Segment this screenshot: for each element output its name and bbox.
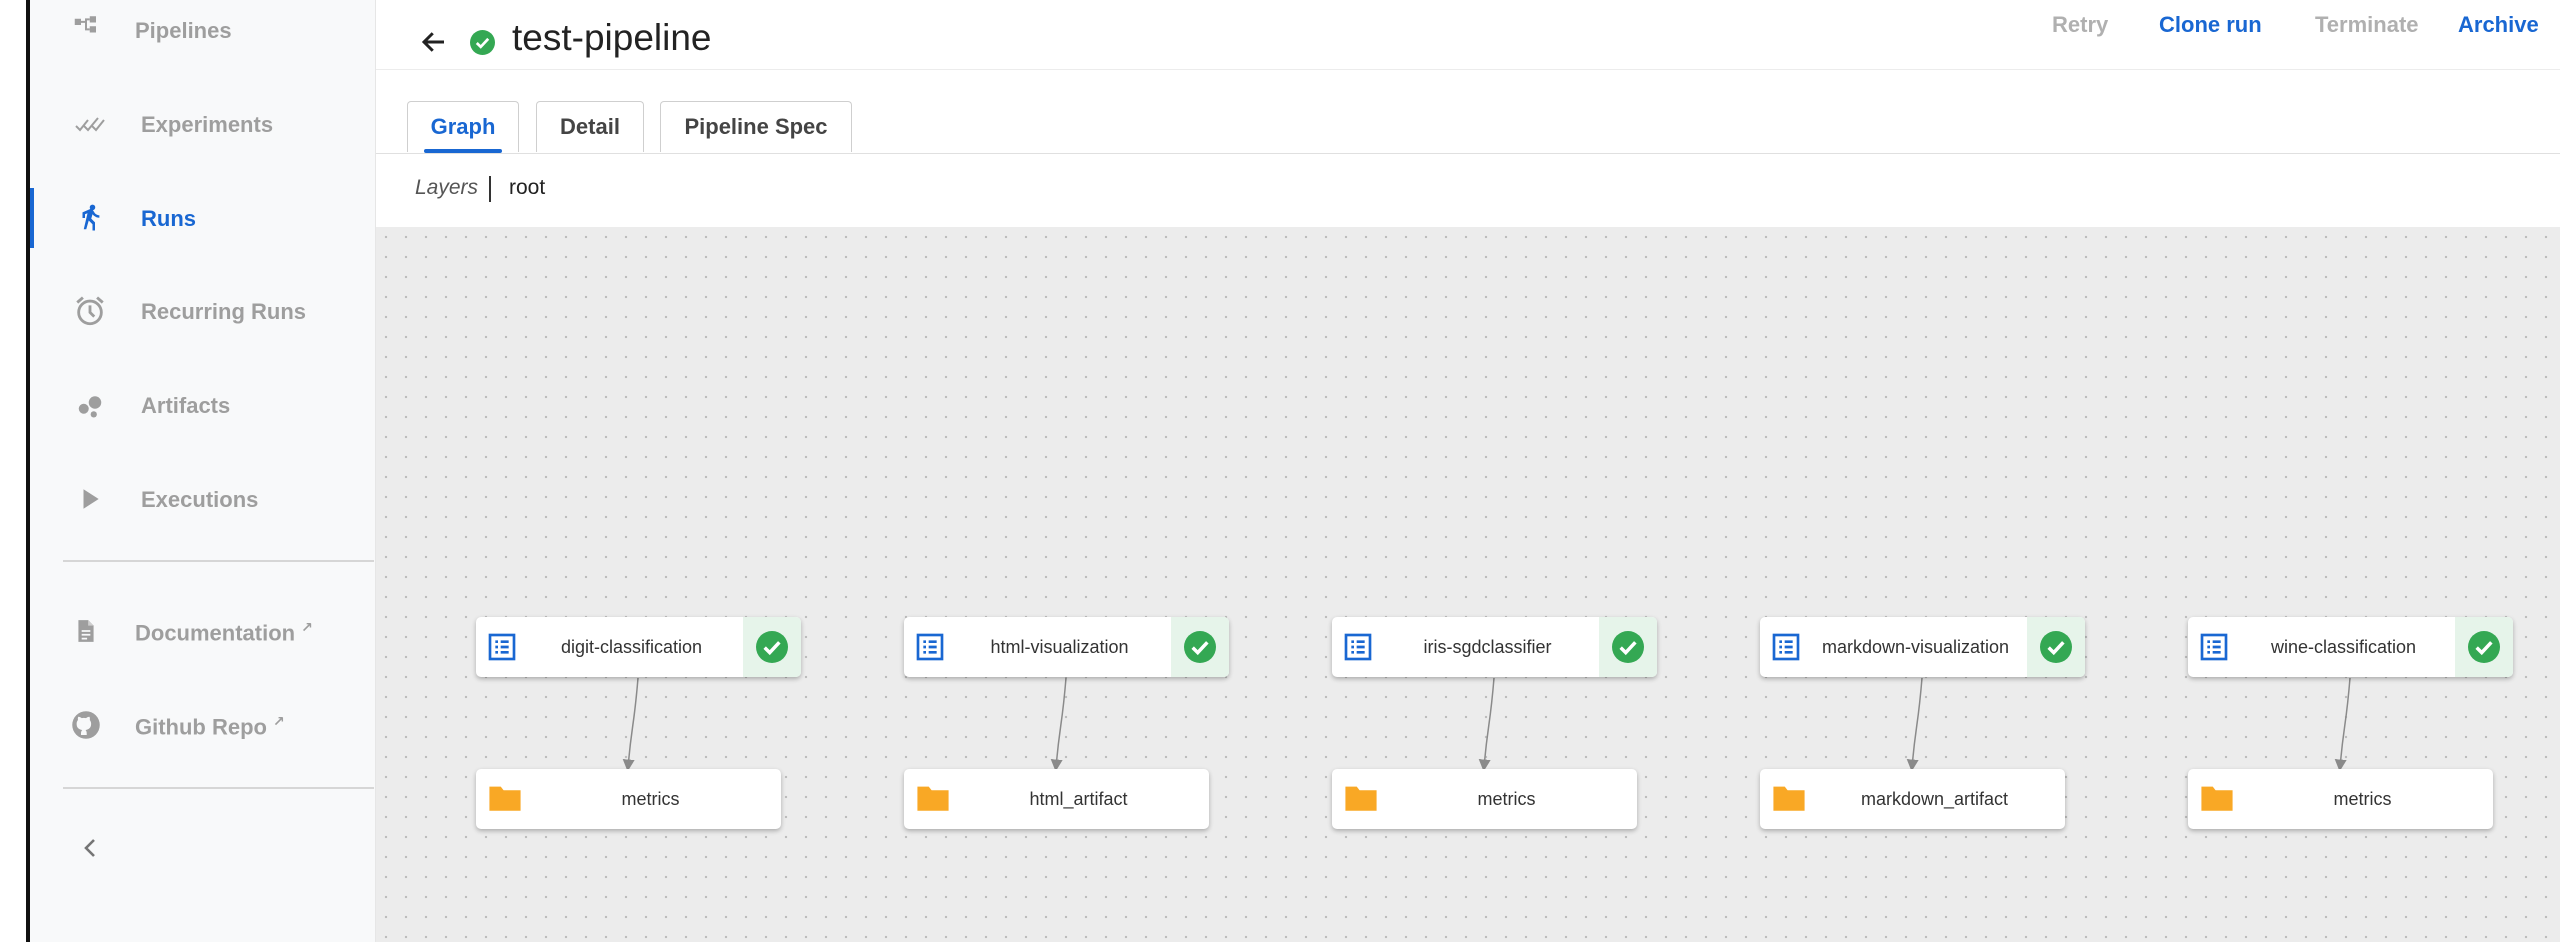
sidebar-item-recurring-runs[interactable]: Recurring Runs [30,281,375,341]
task-node-markdown-visualization[interactable]: markdown-visualization [1760,617,2085,677]
folder-icon [2201,786,2233,811]
sidebar-link-label: Documentation ↗ [135,619,313,646]
run-header: test-pipeline Retry Clone run Terminate … [376,0,2560,70]
tab-detail[interactable]: Detail [536,101,644,152]
retry-button[interactable]: Retry [2052,12,2108,38]
tab-bar: Graph Detail Pipeline Spec [376,70,2560,154]
sidebar-item-pipelines[interactable]: Pipelines [30,0,375,60]
layers-breadcrumb: Layers root [376,154,2560,226]
check-circle-icon [1184,631,1216,663]
artifact-node-metrics[interactable]: metrics [2188,769,2493,829]
external-link-icon: ↗ [301,619,313,635]
collapse-sidebar-button[interactable] [50,818,130,878]
sidebar-item-artifacts[interactable]: Artifacts [30,375,375,435]
artifact-node-html-artifact[interactable]: html_artifact [904,769,1209,829]
status-badge [1599,617,1657,677]
status-badge [2027,617,2085,677]
graph-canvas[interactable]: digit-classification html-visualization … [376,227,2560,942]
experiments-icon [72,106,108,142]
status-badge [1171,617,1229,677]
graph-edge [2334,677,2351,772]
folder-icon [489,786,521,811]
check-circle-icon [2040,631,2072,663]
document-icon [68,613,104,649]
task-name: markdown-visualization [1821,636,2010,657]
sidebar-item-label: Artifacts [141,393,231,418]
layer-root-link[interactable]: root [509,176,545,200]
task-node-digit-classification[interactable]: digit-classification [476,617,801,677]
artifacts-icon [72,387,108,423]
tab-pipeline-spec[interactable]: Pipeline Spec [660,101,852,152]
artifact-name: metrics [621,788,680,809]
tab-label: Detail [560,114,620,139]
task-list-icon [916,633,944,661]
layers-label: Layers [415,176,479,199]
archive-button[interactable]: Archive [2458,12,2539,38]
artifact-node-metrics[interactable]: metrics [1332,769,1637,829]
task-list-icon [488,633,516,661]
artifact-name: metrics [2333,788,2392,809]
sidebar-link-github[interactable]: Github Repo ↗ [30,695,375,755]
task-list-icon [2200,633,2228,661]
check-circle-icon [1612,631,1644,663]
graph-edge [1906,677,1923,772]
sidebar-divider [63,560,374,562]
chevron-left-icon [72,830,108,866]
folder-icon [1345,786,1377,811]
arrow-back-icon [421,32,444,52]
terminate-button[interactable]: Terminate [2315,12,2419,38]
task-list-icon [1344,633,1372,661]
tab-label: Pipeline Spec [684,114,828,139]
status-badge [2455,617,2513,677]
check-circle-icon [470,30,495,55]
graph-edge [1478,677,1495,772]
sidebar-item-runs[interactable]: Runs [30,188,375,248]
sidebar-item-executions[interactable]: Executions [30,469,375,529]
sidebar-link-label: Github Repo ↗ [135,713,285,740]
back-button[interactable] [414,22,454,62]
sidebar-link-documentation[interactable]: Documentation ↗ [30,601,375,661]
alarm-icon [72,293,108,329]
window-frame [0,0,30,942]
clone-run-button[interactable]: Clone run [2159,12,2262,38]
sidebar: Pipelines Experiments Runs Recurring Run… [30,0,376,942]
check-circle-icon [2468,631,2500,663]
artifact-node-metrics[interactable]: metrics [476,769,781,829]
play-icon [72,481,108,517]
artifact-name: metrics [1477,788,1536,809]
task-name: html-visualization [990,636,1129,657]
breadcrumb-divider [489,176,491,202]
graph-edge [622,677,639,772]
graph-edges [622,677,2351,772]
sidebar-item-label: Experiments [141,112,274,137]
sidebar-divider [63,787,374,789]
task-node-iris-sgdclassifier[interactable]: iris-sgdclassifier [1332,617,1657,677]
check-circle-icon [756,631,788,663]
sidebar-item-label: Runs [141,206,196,231]
sidebar-item-label: Executions [141,487,259,512]
folder-icon [1773,786,1805,811]
pipelines-icon [68,12,104,48]
task-name: iris-sgdclassifier [1423,636,1552,657]
task-name: wine-classification [2270,636,2417,657]
task-node-html-visualization[interactable]: html-visualization [904,617,1229,677]
folder-icon [917,786,949,811]
github-icon [68,707,104,743]
task-name: digit-classification [560,636,703,657]
sidebar-item-label: Pipelines [135,18,232,43]
external-link-icon: ↗ [272,713,285,729]
tab-graph[interactable]: Graph [407,101,519,153]
artifact-node-markdown-artifact[interactable]: markdown_artifact [1760,769,2065,829]
task-node-wine-classification[interactable]: wine-classification [2188,617,2513,677]
artifact-name: markdown_artifact [1860,788,2009,809]
graph-edge [1050,677,1067,772]
status-badge [743,617,801,677]
runs-icon [72,200,108,236]
tab-label: Graph [430,114,496,139]
sidebar-item-experiments[interactable]: Experiments [30,94,375,154]
artifact-name: html_artifact [1029,788,1128,809]
sidebar-item-label: Recurring Runs [141,299,307,324]
page-title: test-pipeline [512,17,712,58]
task-list-icon [1772,633,1800,661]
